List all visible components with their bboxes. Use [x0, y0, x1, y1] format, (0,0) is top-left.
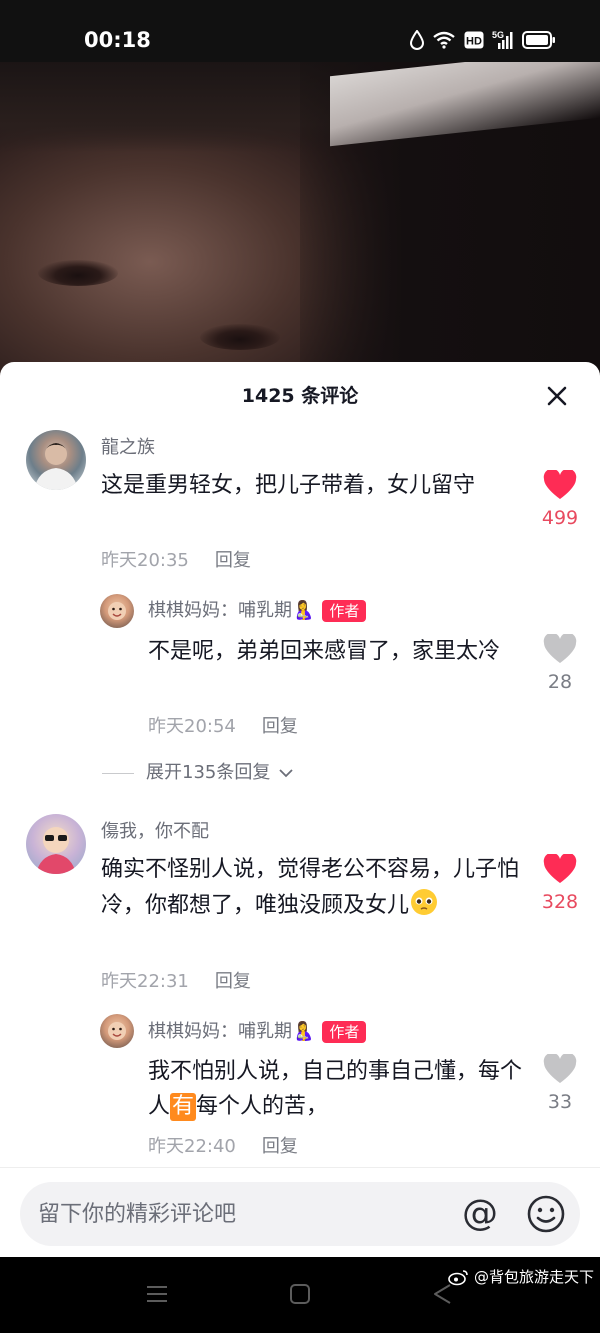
reply-text: 我不怕别人说，自己的事自己懂，每个人有每个人的苦，: [148, 1054, 528, 1124]
comment-text-content: 确实不怪别人说，觉得老公不容易，儿子怕冷，你都想了，唯独没顾及女儿: [101, 857, 520, 918]
comment-text: 这是重男轻女，把儿子带着，女儿留守: [101, 473, 476, 498]
mention-button[interactable]: @: [460, 1194, 500, 1234]
reply-username-row: 棋棋妈妈：哺乳期🤱 作者: [148, 599, 367, 623]
heart-icon: [543, 1052, 577, 1083]
heart-icon: [543, 468, 577, 499]
reply-time: 昨天22:40: [148, 1136, 236, 1157]
highlighted-word: 有: [170, 1093, 197, 1121]
nav-home-button[interactable]: [289, 1283, 311, 1309]
reply-meta: 昨天20:54 回复: [148, 715, 298, 739]
avatar[interactable]: [26, 814, 86, 874]
system-nav-bar: @背包旅游走天下: [0, 1257, 600, 1333]
nav-menu-button[interactable]: [146, 1283, 168, 1309]
comment-input[interactable]: 留下你的精彩评论吧 @: [20, 1182, 580, 1246]
reply-username-row: 棋棋妈妈：哺乳期🤱 作者: [148, 1020, 367, 1044]
svg-text:HD: HD: [466, 36, 482, 48]
comment-meta: 昨天22:31 回复: [101, 970, 251, 994]
wifi-icon: [432, 31, 456, 49]
like-button[interactable]: 328: [535, 852, 585, 914]
video-frame-eye: [38, 260, 118, 286]
like-count: 499: [541, 507, 579, 529]
comment-time: 昨天22:31: [101, 971, 189, 992]
status-bar: 00:18 HD 5G: [0, 0, 600, 62]
heart-icon: [543, 632, 577, 663]
divider-line: [102, 772, 134, 774]
signal-5g-icon: 5G: [492, 29, 514, 51]
close-button[interactable]: [541, 380, 573, 412]
close-icon: [547, 386, 567, 406]
avatar[interactable]: [26, 430, 86, 490]
reply-button[interactable]: 回复: [262, 1136, 298, 1157]
comment-username[interactable]: 傷我，你不配: [101, 820, 209, 844]
reply-text: 不是呢，弟弟回来感冒了，家里太冷: [148, 639, 501, 664]
home-square-icon: [290, 1284, 310, 1304]
comment-input-bar: 留下你的精彩评论吧 @: [0, 1167, 600, 1257]
hd-icon: HD: [464, 31, 484, 49]
watermark-text: @背包旅游走天下: [473, 1268, 594, 1286]
comments-title: 1425 条评论: [241, 385, 359, 407]
comment-username[interactable]: 龍之族: [101, 436, 155, 460]
comment-meta: 昨天20:35 回复: [101, 549, 251, 573]
reply-username[interactable]: 棋棋妈妈：哺乳期🤱: [148, 1021, 314, 1042]
like-count: 33: [547, 1091, 573, 1113]
status-time: 00:18: [84, 28, 151, 52]
like-button[interactable]: 28: [535, 632, 585, 694]
status-icons: HD 5G: [410, 28, 556, 52]
reply-meta: 昨天22:40 回复: [148, 1135, 298, 1159]
author-badge: 作者: [322, 1021, 367, 1043]
emoji-button[interactable]: [526, 1194, 566, 1234]
weibo-logo-icon: [448, 1270, 468, 1286]
comment-input-placeholder: 留下你的精彩评论吧: [38, 1202, 237, 1227]
comments-sheet: 1425 条评论 龍之族 这是重男轻女，把儿子带着，女儿留守 昨天20:35 回复…: [0, 362, 600, 1257]
reply-time: 昨天20:54: [148, 716, 236, 737]
video-background[interactable]: [0, 62, 600, 382]
battery-icon: [522, 31, 556, 49]
video-frame-eye: [200, 324, 280, 350]
smiley-icon: [527, 1195, 565, 1233]
heart-icon: [543, 852, 577, 883]
data-saver-icon: [410, 30, 424, 50]
like-count: 28: [547, 671, 573, 693]
comments-header: 1425 条评论: [0, 362, 600, 428]
reply-username[interactable]: 棋棋妈妈：哺乳期🤱: [148, 600, 314, 621]
menu-icon: [147, 1286, 167, 1302]
watermark: @背包旅游走天下: [448, 1267, 594, 1287]
author-badge: 作者: [322, 600, 367, 622]
chevron-down-icon: [279, 769, 293, 778]
avatar[interactable]: [100, 594, 134, 628]
expand-replies-button[interactable]: 展开135条回复: [102, 761, 294, 785]
reply-button[interactable]: 回复: [215, 971, 251, 992]
pleading-face-emoji-icon: [409, 887, 439, 928]
like-button[interactable]: 499: [535, 468, 585, 530]
reply-button[interactable]: 回复: [262, 716, 298, 737]
like-button[interactable]: 33: [535, 1052, 585, 1114]
avatar[interactable]: [100, 1014, 134, 1048]
svg-text:5G: 5G: [492, 30, 504, 40]
like-count: 328: [541, 891, 579, 913]
reply-button[interactable]: 回复: [215, 550, 251, 571]
comment-time: 昨天20:35: [101, 550, 189, 571]
expand-replies-label: 展开135条回复: [146, 762, 271, 783]
reply-text-after: 每个人的苦，: [196, 1094, 329, 1119]
comment-text: 确实不怪别人说，觉得老公不容易，儿子怕冷，你都想了，唯独没顾及女儿: [101, 852, 521, 928]
